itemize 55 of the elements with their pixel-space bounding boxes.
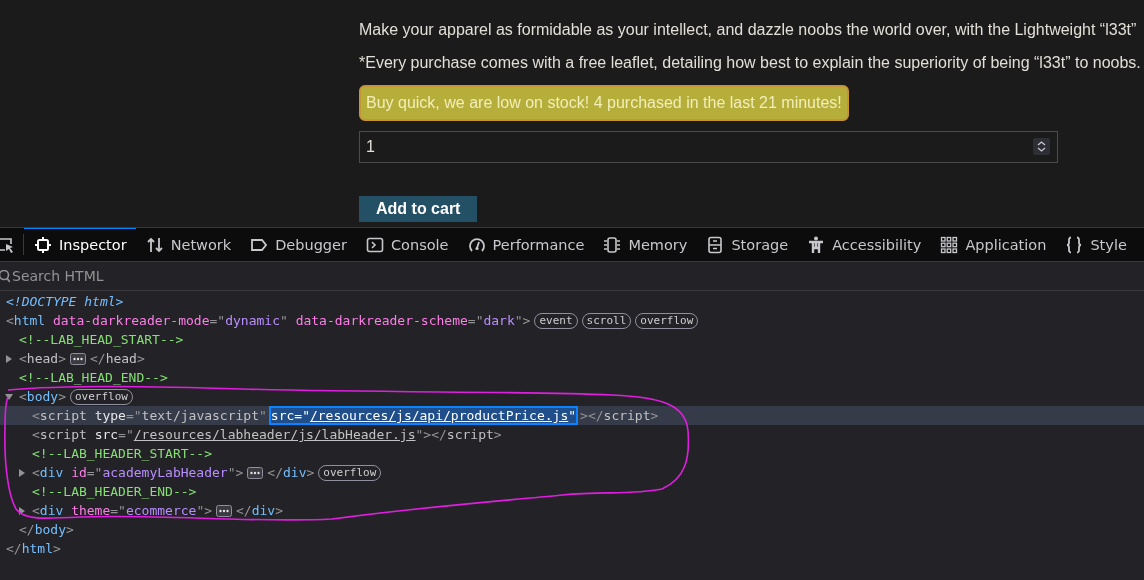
code-text: <script src="/resources/labheader/js/labHeader.js"></script> <box>32 427 502 442</box>
expand-triangle-icon[interactable] <box>18 506 26 515</box>
devtools-tab[interactable]: Console <box>355 228 458 261</box>
devtools-tab[interactable]: Application <box>930 228 1056 261</box>
code-text: <div theme="ecommerce"> <box>32 503 213 518</box>
devtools-tab[interactable]: Performance <box>457 228 594 261</box>
code-text: ></script> <box>580 408 659 423</box>
description-text: Make your apparel as formidable as your intellect, and dazzle noobs the world over, with the Lightweight “l33t” <box>359 20 1138 39</box>
gauge-icon <box>467 236 486 254</box>
code-text: <!DOCTYPE html> <box>6 294 124 309</box>
frame-icon <box>34 236 52 254</box>
spinner-icon[interactable] <box>1033 138 1050 155</box>
collapse-triangle-icon[interactable] <box>5 392 13 401</box>
add-to-cart-button[interactable]: Add to cart <box>359 196 478 222</box>
code-text: <!--LAB_HEADER_START--> <box>32 446 212 461</box>
expand-triangle-icon[interactable] <box>18 468 26 477</box>
code-text: </body> <box>19 522 74 537</box>
terminal-icon <box>365 236 384 254</box>
expand-triangle-icon[interactable] <box>5 354 13 363</box>
ellipsis-icon[interactable] <box>247 466 264 479</box>
devtools-tab[interactable]: Network <box>135 228 241 261</box>
devtools-tab[interactable]: Accessibility <box>797 228 931 261</box>
selected-row[interactable]: <script type="text/javascript" src="/resources/js/api/productPrice.js" ></script> <box>0 406 1144 425</box>
chip-icon <box>603 236 622 254</box>
code-text: </div> <box>236 503 283 518</box>
search-field[interactable]: Search HTML <box>12 268 312 284</box>
code-text: <body> <box>19 389 66 404</box>
cabinet-icon <box>706 236 725 254</box>
code-text: <head> <box>19 351 66 366</box>
element-picker-icon[interactable] <box>0 235 14 254</box>
quantity-field[interactable]: 1 <box>359 131 1058 163</box>
tag-icon <box>250 236 269 254</box>
search-icon <box>0 269 10 283</box>
devtools-tab[interactable]: Style <box>1055 228 1136 261</box>
braces-icon <box>1065 236 1084 254</box>
code-text: <div id="academyLabHeader"> <box>32 465 244 480</box>
code-text: </head> <box>89 351 145 366</box>
ellipsis-icon[interactable] <box>69 352 86 365</box>
up-down-arrows-icon <box>145 236 164 254</box>
devtools-tab[interactable]: Memory <box>593 228 697 261</box>
ellipsis-icon[interactable] <box>216 504 233 517</box>
code-text: <script type="text/javascript" <box>32 408 267 423</box>
grid-icon <box>940 236 959 254</box>
devtools-tab[interactable]: Debugger <box>240 228 356 261</box>
stock-alert: Buy quick, we are low on stock! 4 purchased in the last 21 minutes! <box>359 85 849 121</box>
person-icon <box>807 236 826 254</box>
code-text: <html data-darkreader-mode="dynamic" data-darkreader-scheme="dark"> <box>6 313 531 328</box>
description-text: *Every purchase comes with a free leaflet, detailing how best to explain the superiority of being “l33t” to noobs. <box>359 53 1142 72</box>
code-text: <!--LAB_HEADER_END--> <box>32 484 197 499</box>
selected-attribute[interactable]: src="/resources/js/api/productPrice.js" <box>270 408 577 423</box>
devtools-tab[interactable]: Storage <box>696 228 798 261</box>
code-text: <!--LAB_HEAD_END--> <box>19 370 168 385</box>
code-text: <!--LAB_HEAD_START--> <box>19 332 184 347</box>
code-text: </html> <box>6 541 61 556</box>
code-text: </div> <box>267 465 315 480</box>
